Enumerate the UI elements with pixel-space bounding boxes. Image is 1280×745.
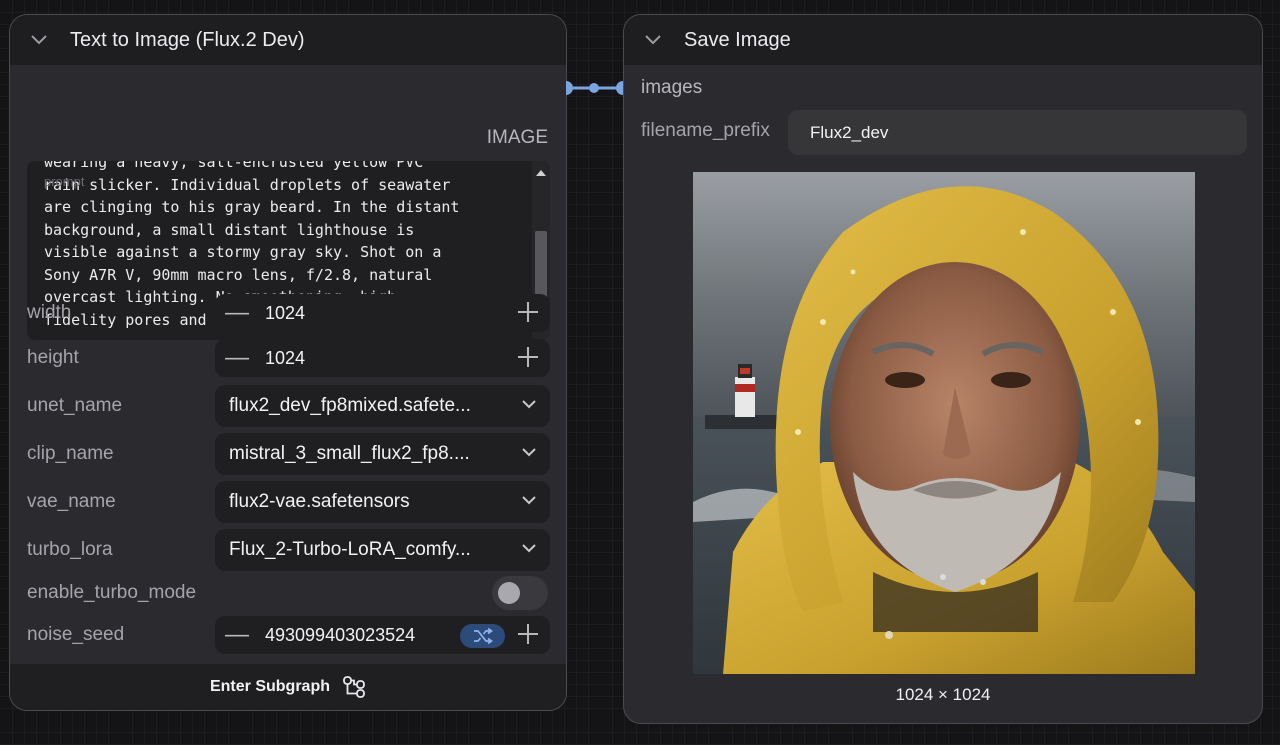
node-link[interactable] (566, 80, 626, 96)
randomize-seed-button[interactable] (460, 624, 505, 648)
width-row: width — 1024 (27, 294, 550, 332)
unet-name-label: unet_name (27, 395, 123, 416)
clip-name-value: mistral_3_small_flux2_fp8.... (229, 443, 470, 464)
enable-turbo-label: enable_turbo_mode (27, 582, 197, 603)
vae-name-label: vae_name (27, 491, 116, 512)
output-socket[interactable] (566, 81, 573, 95)
noise-seed-row: noise_seed — 493099403023524 (27, 616, 550, 654)
clip-name-select[interactable]: mistral_3_small_flux2_fp8.... (215, 433, 550, 475)
turbo-lora-label: turbo_lora (27, 539, 113, 560)
minus-icon[interactable]: — (217, 621, 257, 649)
width-label: width (27, 302, 72, 323)
clip-name-row: clip_name mistral_3_small_flux2_fp8.... (27, 433, 550, 475)
collapse-chevron-icon[interactable] (644, 31, 662, 49)
height-label: height (27, 347, 79, 368)
noise-seed-label: noise_seed (27, 624, 125, 645)
filename-prefix-row: filename_prefix Flux2_dev (641, 110, 1247, 155)
vae-name-row: vae_name flux2-vae.safetensors (27, 481, 550, 523)
node-header[interactable]: Save Image (624, 15, 1262, 65)
node-header[interactable]: Text to Image (Flux.2 Dev) (10, 15, 566, 65)
noise-seed-value[interactable]: 493099403023524 (265, 625, 415, 646)
plus-icon[interactable] (516, 622, 540, 646)
filename-prefix-input[interactable]: Flux2_dev (788, 110, 1247, 155)
filename-prefix-value[interactable]: Flux2_dev (810, 123, 888, 143)
width-stepper[interactable]: — 1024 (215, 294, 550, 332)
noise-seed-stepper[interactable]: — 493099403023524 (215, 616, 550, 654)
enter-subgraph-label: Enter Subgraph (209, 678, 330, 695)
clip-name-label: clip_name (27, 443, 114, 464)
node-body: IMAGE wearing a heavy, salt-encrusted ye… (10, 65, 566, 671)
plus-icon[interactable] (516, 345, 540, 369)
subgraph-icon (343, 676, 365, 698)
shuffle-icon (473, 628, 493, 644)
chevron-down-icon (522, 400, 536, 409)
height-value[interactable]: 1024 (265, 348, 305, 369)
minus-icon[interactable]: — (217, 299, 257, 327)
collapse-chevron-icon[interactable] (30, 31, 48, 49)
image-preview[interactable] (693, 172, 1195, 674)
output-label-image: IMAGE (486, 127, 548, 148)
save-image-node[interactable]: Save Image images filename_prefix Flux2_… (623, 14, 1263, 724)
scroll-up-arrow-icon[interactable] (536, 170, 546, 176)
chevron-down-icon (522, 544, 536, 553)
turbo-lora-select[interactable]: Flux_2-Turbo-LoRA_comfy... (215, 529, 550, 571)
vae-name-value: flux2-vae.safetensors (229, 491, 410, 512)
turbo-lora-row: turbo_lora Flux_2-Turbo-LoRA_comfy... (27, 529, 550, 571)
unet-name-value: flux2_dev_fp8mixed.safete... (229, 395, 471, 416)
node-title: Text to Image (Flux.2 Dev) (70, 28, 305, 51)
enable-turbo-row: enable_turbo_mode (27, 574, 550, 612)
node-title: Save Image (684, 28, 791, 51)
input-label-images: images (641, 77, 703, 98)
toggle-knob (498, 582, 520, 604)
chevron-down-icon (522, 496, 536, 505)
vae-name-select[interactable]: flux2-vae.safetensors (215, 481, 550, 523)
unet-name-row: unet_name flux2_dev_fp8mixed.safete... (27, 385, 550, 427)
turbo-lora-value: Flux_2-Turbo-LoRA_comfy... (229, 539, 471, 560)
enable-turbo-toggle[interactable] (492, 576, 548, 610)
prompt-placeholder: prompt (44, 174, 85, 189)
height-stepper[interactable]: — 1024 (215, 339, 550, 377)
image-dimensions: 1024 × 1024 (895, 685, 991, 704)
filename-prefix-label: filename_prefix (641, 120, 770, 141)
unet-name-select[interactable]: flux2_dev_fp8mixed.safete... (215, 385, 550, 427)
chevron-down-icon (522, 448, 536, 457)
height-row: height — 1024 (27, 339, 550, 377)
plus-icon[interactable] (516, 300, 540, 324)
reroute-dot[interactable] (589, 83, 599, 93)
width-value[interactable]: 1024 (265, 303, 305, 324)
enter-subgraph-button[interactable]: Enter Subgraph (10, 664, 566, 710)
minus-icon[interactable]: — (217, 344, 257, 372)
text-to-image-node[interactable]: Text to Image (Flux.2 Dev) IMAGE wearing… (9, 14, 567, 711)
